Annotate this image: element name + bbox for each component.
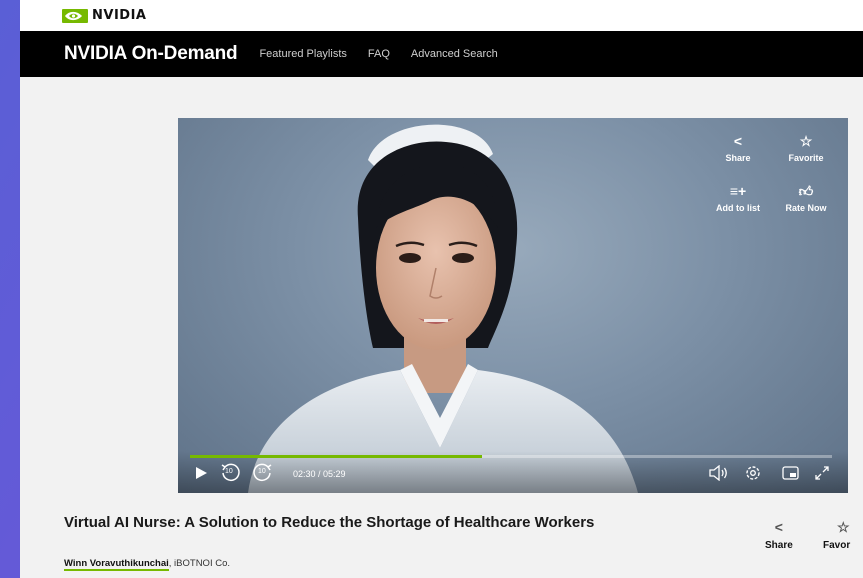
- favorite-button[interactable]: ☆ Favor: [823, 518, 850, 551]
- author-link[interactable]: Winn Voravuthikunchai: [64, 558, 169, 571]
- play-icon[interactable]: [194, 466, 208, 480]
- star-icon: ☆: [799, 133, 813, 149]
- nav-faq[interactable]: FAQ: [368, 48, 390, 60]
- overlay-add-to-list-label: Add to list: [716, 203, 760, 213]
- rewind-10-button[interactable]: 10: [219, 462, 241, 484]
- share-icon: <: [774, 519, 783, 535]
- page: NVIDIA NVIDIA On-Demand Featured Playlis…: [20, 0, 863, 578]
- nav-advanced-search[interactable]: Advanced Search: [411, 48, 498, 60]
- video-player[interactable]: < Share ☆ Favorite ≡+ Add to list 👍︎ Rat…: [178, 118, 848, 493]
- add-to-list-icon: ≡+: [729, 183, 747, 199]
- nvidia-eye-icon: [62, 8, 88, 23]
- main-nav: NVIDIA On-Demand Featured Playlists FAQ …: [20, 31, 863, 77]
- author-line: Winn Voravuthikunchai, iBOTNOI Co.: [64, 558, 231, 571]
- share-icon: <: [733, 133, 743, 149]
- overlay-favorite-label: Favorite: [788, 153, 824, 163]
- logo-text: NVIDIA: [92, 8, 147, 23]
- session-title: Virtual AI Nurse: A Solution to Reduce t…: [64, 514, 595, 531]
- thumbs-up-icon: 👍︎: [798, 183, 814, 199]
- fullscreen-icon[interactable]: [814, 465, 830, 481]
- overlay-favorite-button[interactable]: ☆ Favorite: [776, 132, 836, 163]
- top-bar: NVIDIA: [20, 0, 863, 31]
- overlay-add-to-list-button[interactable]: ≡+ Add to list: [708, 182, 768, 213]
- overlay-share-button[interactable]: < Share: [708, 132, 768, 163]
- nav-featured-playlists[interactable]: Featured Playlists: [259, 48, 346, 60]
- progress-fill: [190, 455, 483, 458]
- nvidia-logo[interactable]: NVIDIA: [62, 8, 146, 23]
- forward-seconds: 10: [258, 468, 266, 475]
- picture-in-picture-icon[interactable]: [782, 466, 799, 480]
- volume-icon[interactable]: [709, 465, 729, 481]
- share-label: Share: [765, 540, 793, 551]
- star-icon: ☆: [837, 519, 850, 535]
- overlay-share-label: Share: [725, 153, 751, 163]
- video-controls: 10 10 02:30 / 05:29: [178, 451, 848, 493]
- overlay-rate-button[interactable]: 👍︎ Rate Now: [776, 182, 836, 213]
- progress-bar[interactable]: [190, 455, 832, 458]
- favorite-label: Favor: [823, 540, 851, 551]
- author-org: , iBOTNOI Co.: [168, 558, 231, 569]
- share-button[interactable]: < Share: [765, 518, 793, 551]
- settings-icon[interactable]: [744, 464, 762, 482]
- time-display: 02:30 / 05:29: [293, 469, 346, 479]
- video-frame: [248, 124, 638, 493]
- rewind-seconds: 10: [225, 468, 233, 475]
- overlay-rate-label: Rate Now: [785, 203, 827, 213]
- site-title[interactable]: NVIDIA On-Demand: [64, 43, 238, 65]
- forward-10-button[interactable]: 10: [252, 462, 274, 484]
